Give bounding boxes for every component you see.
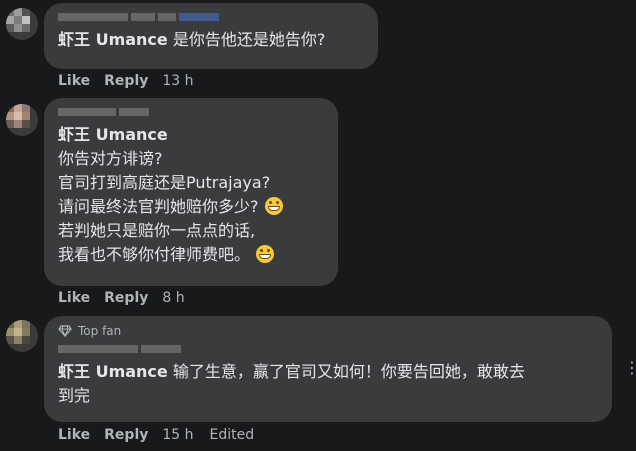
comment-line: 虾王 Umance	[58, 123, 326, 147]
comment-line: 到完	[58, 386, 91, 405]
reply-button[interactable]: Reply	[104, 427, 148, 443]
grinning-face-emoji	[264, 197, 283, 215]
timestamp[interactable]: 13 h	[162, 73, 193, 89]
mention-link[interactable]: 虾王 Umance	[58, 362, 168, 381]
comment-actions: Like Reply 8 h	[58, 290, 201, 306]
reply-button[interactable]: Reply	[104, 290, 148, 306]
edited-label: Edited	[209, 427, 255, 443]
like-button[interactable]: Like	[58, 73, 90, 89]
avatar[interactable]	[6, 104, 38, 136]
comment-line: 若判她只是赔你一点点的话,	[58, 221, 256, 240]
comment-line: 你告对方诽谤?	[58, 149, 163, 168]
comment-bubble: 虾王 Umance 是你告他还是她告你?	[44, 3, 378, 69]
comment-line: 我看也不够你付律师费吧。	[58, 243, 326, 267]
mention-link[interactable]: 虾王 Umance	[58, 125, 168, 144]
avatar[interactable]	[6, 320, 38, 352]
comment-line: 官司打到高庭还是Putrajaya?	[58, 173, 271, 192]
blurred-author-name[interactable]	[58, 344, 600, 354]
comment-actions: Like Reply 15 h Edited	[58, 427, 254, 443]
mention-link[interactable]: 虾王 Umance	[58, 30, 168, 49]
like-button[interactable]: Like	[58, 427, 90, 443]
avatar[interactable]	[6, 8, 38, 40]
reply-button[interactable]: Reply	[104, 73, 148, 89]
comment-bubble: 虾王 Umance 你告对方诽谤? 官司打到高庭还是Putrajaya? 请问最…	[44, 98, 338, 286]
comment-bubble: Top fan 虾王 Umance 输了生意，赢了官司又如何！你要告回她，敢敢去…	[44, 316, 612, 422]
comment-text: 虾王 Umance 是你告他还是她告你?	[58, 28, 366, 52]
timestamp[interactable]: 15 h	[162, 427, 193, 443]
top-fan-badge[interactable]: Top fan	[58, 324, 600, 338]
diamond-icon	[58, 325, 72, 337]
like-button[interactable]: Like	[58, 290, 90, 306]
grinning-face-emoji	[256, 245, 275, 263]
comment-text: 虾王 Umance 输了生意，赢了官司又如何！你要告回她，敢敢去	[58, 360, 600, 384]
comment-line: 是你告他还是她告你?	[172, 30, 326, 49]
timestamp[interactable]: 8 h	[162, 290, 184, 306]
comment-line: 输了生意，赢了官司又如何！你要告回她，敢敢去	[172, 362, 525, 381]
badge-label: Top fan	[78, 324, 122, 338]
comment-actions: Like Reply 13 h	[58, 73, 210, 89]
blurred-author-name[interactable]	[58, 12, 366, 22]
blurred-author-name[interactable]	[58, 107, 326, 117]
comment-line: 请问最终法官判她赔你多少?	[58, 195, 326, 219]
more-options-icon[interactable]: ⋮	[624, 358, 636, 377]
